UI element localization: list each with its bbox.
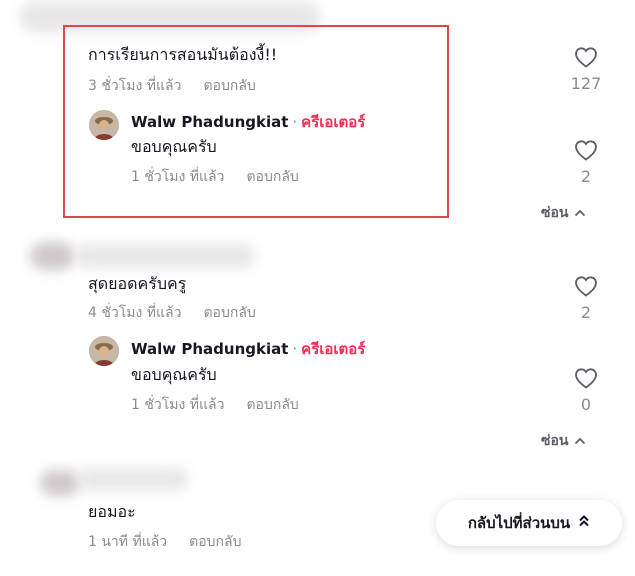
like-count: 0 [580, 395, 592, 414]
reply-time: 1 ชั่วโมง ที่แล้ว [131, 397, 225, 413]
creator-badge: ครีเอเตอร์ [301, 340, 366, 358]
avatar[interactable] [89, 336, 119, 366]
like-button[interactable]: 2 [566, 139, 606, 187]
comment-time: 4 ชั่วโมง ที่แล้ว [88, 305, 182, 321]
comment-text: ยอมอะ [88, 502, 136, 521]
censored-user-info [78, 468, 188, 490]
reply-button[interactable]: ตอบกลับ [246, 397, 298, 413]
highlight-box [63, 25, 449, 218]
hide-replies-label: ซ่อน [541, 433, 569, 449]
heart-outline-icon [575, 368, 597, 389]
comment-time: 1 นาที ที่แล้ว [88, 534, 168, 550]
heart-outline-icon [575, 276, 597, 297]
comment-meta: 1 นาที ที่แล้ว ตอบกลับ [88, 533, 242, 551]
reply-meta: 1 ชั่วโมง ที่แล้ว ตอบกลับ [131, 396, 299, 414]
hide-replies-button[interactable]: ซ่อน [541, 202, 586, 224]
like-button[interactable]: 127 [566, 46, 606, 94]
like-button[interactable]: 2 [566, 275, 606, 323]
censored-user-info [30, 242, 75, 270]
separator: · [292, 340, 298, 358]
reply-text: ขอบคุณครับ [131, 365, 217, 384]
censored-user-info [75, 244, 255, 268]
back-to-top-label: กลับไปที่ส่วนบน [467, 514, 571, 532]
reply-author[interactable]: Walw Phadungkiat [131, 340, 288, 358]
like-count: 127 [570, 74, 602, 93]
chevron-up-icon [574, 205, 586, 221]
hide-replies-label: ซ่อน [541, 205, 569, 221]
double-chevron-up-icon [578, 514, 590, 532]
like-count: 2 [580, 167, 592, 186]
like-button[interactable]: 0 [566, 367, 606, 415]
chevron-up-icon [574, 433, 586, 449]
comment-text: สุดยอดครับครู [88, 274, 187, 293]
comment-meta: 4 ชั่วโมง ที่แล้ว ตอบกลับ [88, 304, 256, 322]
reply-button[interactable]: ตอบกลับ [189, 534, 241, 550]
hide-replies-button[interactable]: ซ่อน [541, 430, 586, 452]
reply-button[interactable]: ตอบกลับ [203, 305, 255, 321]
heart-outline-icon [575, 47, 597, 68]
like-count: 2 [580, 303, 592, 322]
censored-user-info [40, 470, 80, 496]
reply-author-line: Walw Phadungkiat · ครีเอเตอร์ [131, 339, 365, 359]
heart-outline-icon [575, 140, 597, 161]
back-to-top-button[interactable]: กลับไปที่ส่วนบน [436, 500, 622, 546]
